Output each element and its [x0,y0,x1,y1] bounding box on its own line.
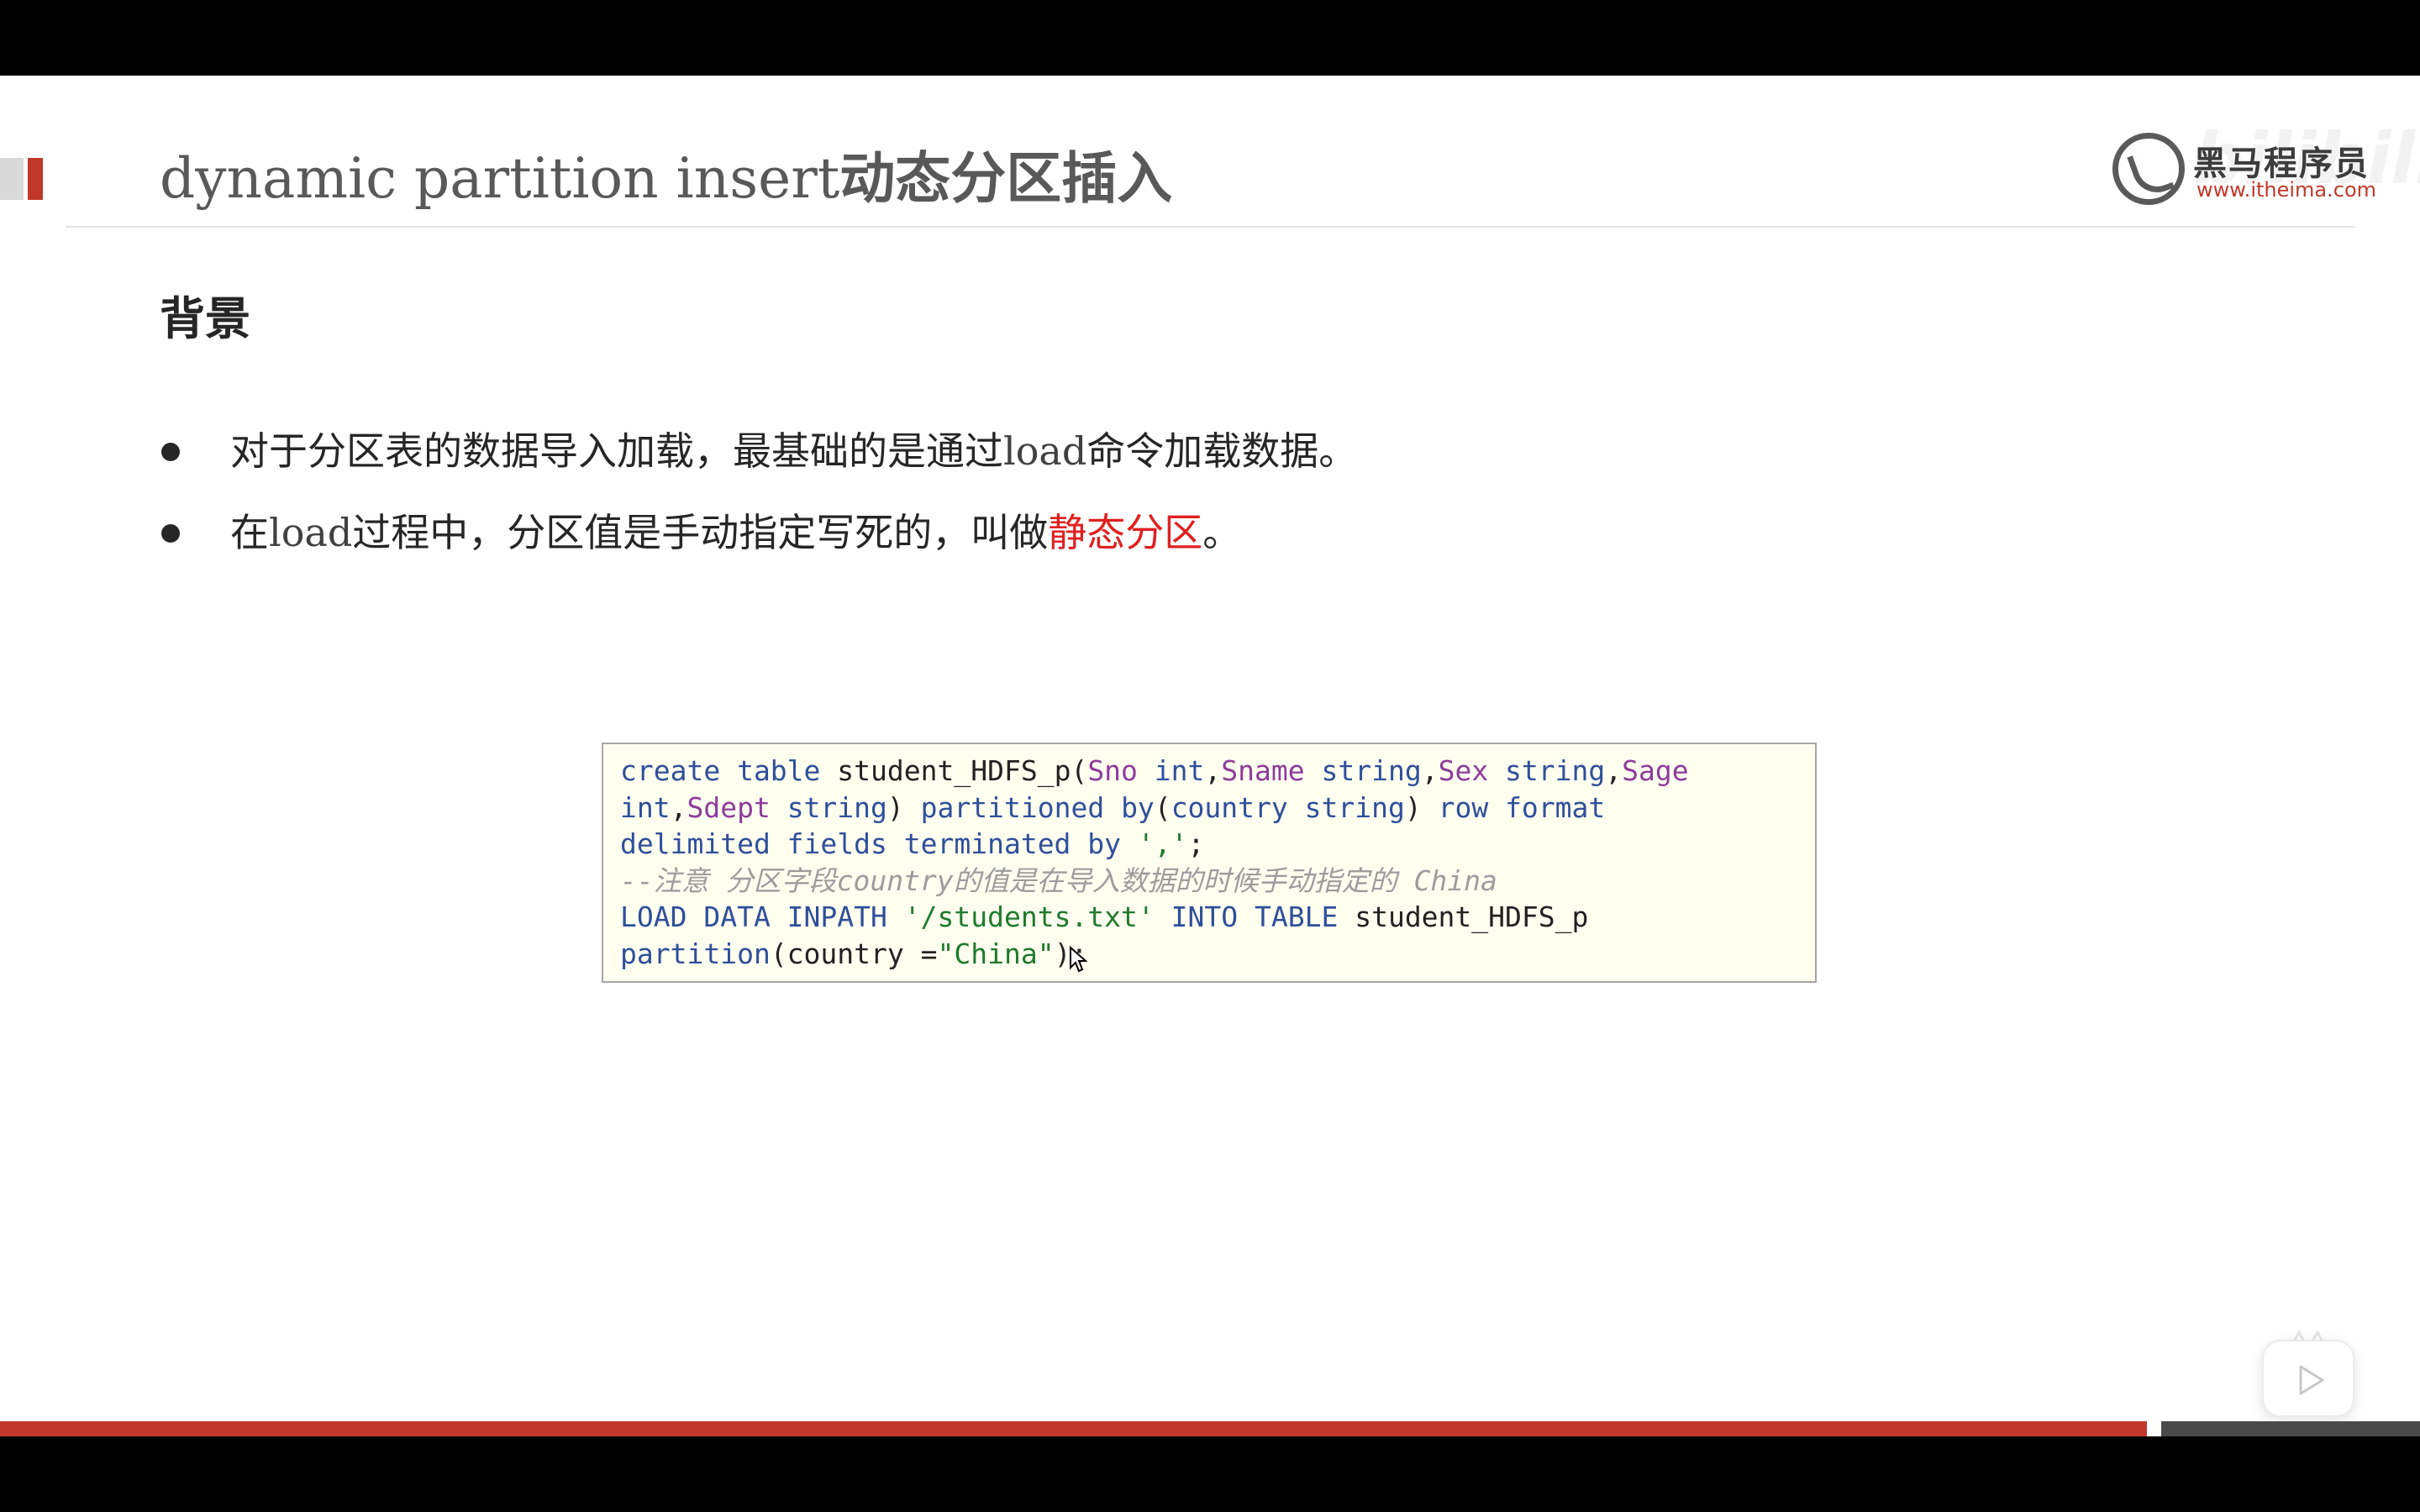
bullet-text-part: 过程中，分区值是手动指定写死的，叫做 [352,510,1049,555]
video-progress-remaining[interactable] [2161,1421,2420,1436]
presentation-slide: dynamic partition insert动态分区插入 bilibili … [0,76,2420,1436]
bullet-dot [161,443,180,461]
top-letterbox [0,0,2420,76]
code-snippet-box: create table student_HDFS_p(Sno int,Snam… [602,743,1817,983]
code-line-4-comment: --注意 分区字段country的值是在导入数据的时候手动指定的 China [620,864,1497,897]
code-line-1: create table student_HDFS_p(Sno int,Snam… [620,754,1689,787]
bullet-item-2: 在load过程中，分区值是手动指定写死的，叫做静态分区。 [160,499,2176,566]
bullet-text-part: 对于分区表的数据导入加载，最基础的是通过 [230,428,1003,474]
bullet-inline-code: load [1003,428,1087,474]
slide-title-chinese: 动态分区插入 [839,146,1173,211]
bullet-dot [161,524,180,543]
title-accent-bar-gray [0,158,24,200]
bullet-text: 对于分区表的数据导入加载，最基础的是通过load命令加载数据。 [230,417,1357,485]
bullet-text-part: 命令加载数据。 [1086,428,1358,474]
video-play-widget[interactable] [2262,1340,2354,1417]
brand-logo: 黑马程序员 www.itheima.com [2109,128,2378,212]
logo-horse-icon [2112,133,2185,205]
code-line-2: int,Sdept string) partitioned by(country… [620,790,1606,824]
title-divider [66,226,2355,228]
section-heading: 背景 [160,292,250,345]
play-icon [2299,1365,2324,1395]
logo-url: www.itheima.com [2196,178,2377,202]
slide-title-english: dynamic partition insert [160,146,840,211]
video-progress-played[interactable] [0,1421,2147,1436]
bullet-inline-code: load [269,510,353,555]
bottom-letterbox [0,1436,2420,1512]
bullet-text-part: 在 [230,510,269,555]
title-accent-bar-red [28,158,43,200]
bullet-text: 在load过程中，分区值是手动指定写死的，叫做静态分区。 [230,499,1241,566]
code-line-5: LOAD DATA INPATH '/students.txt' INTO TA… [620,900,1589,933]
slide-title: dynamic partition insert动态分区插入 [160,143,1172,215]
bullet-highlight: 静态分区 [1048,510,1203,555]
code-line-3: delimited fields terminated by ','; [620,827,1205,860]
bullet-item-1: 对于分区表的数据导入加载，最基础的是通过load命令加载数据。 [160,417,2176,485]
code-line-6: partition(country ="China"); [620,937,1087,970]
bullet-text-part: 。 [1202,510,1242,555]
mouse-cursor-icon [1070,946,1087,973]
